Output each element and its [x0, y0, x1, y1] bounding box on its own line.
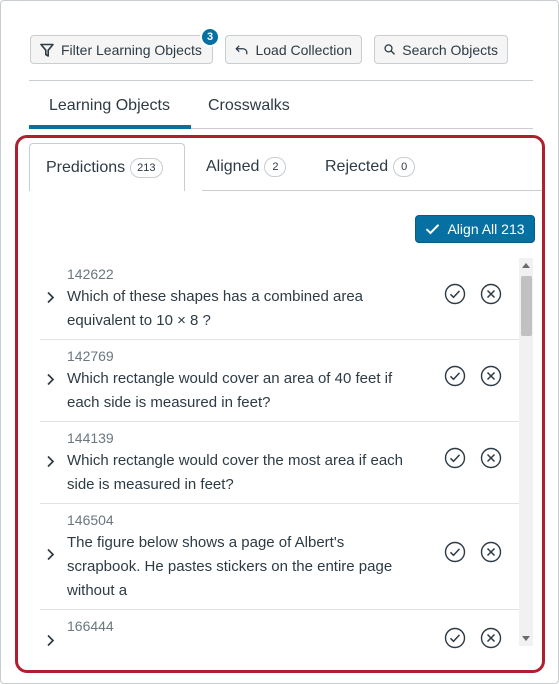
chevron-right-icon[interactable]	[46, 548, 55, 561]
chevron-right-icon[interactable]	[46, 291, 55, 304]
scroll-up-arrow-icon[interactable]	[522, 263, 530, 268]
checkmark-icon	[426, 224, 440, 235]
approve-check-icon[interactable]	[444, 283, 466, 305]
filter-button-label: Filter Learning Objects	[61, 41, 202, 58]
item-id: 166444	[67, 618, 114, 634]
predictions-list: 142622 Which of these shapes has a combi…	[40, 258, 522, 670]
item-question: Which rectangle would cover the most are…	[67, 449, 427, 497]
list-scrollbar[interactable]	[519, 258, 533, 646]
item-actions	[444, 541, 502, 563]
predictions-panel: Predictions 213 Aligned 2 Rejected 0 Ali…	[15, 135, 545, 673]
approve-check-icon[interactable]	[444, 447, 466, 469]
tab-rejected-label: Rejected	[325, 158, 389, 175]
list-item: 142622 Which of these shapes has a combi…	[40, 258, 522, 340]
item-id: 142622	[67, 266, 114, 282]
approve-check-icon[interactable]	[444, 365, 466, 387]
rejected-count: 0	[393, 157, 416, 177]
list-item: 146504 The figure below shows a page of …	[40, 504, 522, 610]
item-question: Which rectangle would cover an area of 4…	[67, 367, 427, 415]
tab-crosswalks[interactable]: Crosswalks	[208, 97, 290, 115]
approve-check-icon[interactable]	[444, 627, 466, 649]
filter-learning-objects-button[interactable]: Filter Learning Objects 3	[30, 27, 220, 64]
search-objects-label: Search Objects	[402, 41, 498, 58]
chevron-right-icon[interactable]	[46, 373, 55, 386]
filter-count-badge: 3	[200, 27, 220, 47]
aligned-count: 2	[264, 157, 287, 177]
item-id: 146504	[67, 512, 114, 528]
question-line: The figure below shows a page of Albert'…	[67, 534, 345, 551]
undo-arrow-icon	[235, 44, 248, 54]
list-item: 144139 Which rectangle would cover the m…	[40, 422, 522, 504]
question-line: Which rectangle would cover an area of 4…	[67, 370, 393, 387]
list-item: 166444	[40, 610, 522, 670]
reject-x-icon[interactable]	[480, 541, 502, 563]
item-actions	[444, 627, 502, 649]
align-all-button[interactable]: Align All 213	[415, 215, 535, 243]
item-id: 142769	[67, 348, 114, 364]
question-line: side is measured in feet?	[67, 476, 234, 493]
question-line: Which rectangle would cover the most are…	[67, 452, 403, 469]
align-all-label: Align All 213	[447, 221, 525, 237]
list-item: 142769 Which rectangle would cover an ar…	[40, 340, 522, 422]
load-collection-button[interactable]: Load Collection	[225, 35, 362, 64]
search-objects-button[interactable]: Search Objects	[374, 35, 508, 64]
approve-check-icon[interactable]	[444, 541, 466, 563]
tab-aligned-label: Aligned	[206, 158, 260, 175]
reject-x-icon[interactable]	[480, 627, 502, 649]
predictions-count: 213	[130, 157, 163, 178]
reject-x-icon[interactable]	[480, 365, 502, 387]
question-line: equivalent to 10 × 8 ?	[67, 312, 211, 329]
item-question: Which of these shapes has a combined are…	[67, 285, 427, 333]
item-actions	[444, 283, 502, 305]
tab-predictions-label: Predictions	[46, 158, 126, 176]
toolbar: Filter Learning Objects 3 Load Collectio…	[30, 27, 508, 64]
tab-aligned[interactable]: Aligned 2	[190, 143, 302, 191]
item-actions	[444, 447, 502, 469]
chevron-right-icon[interactable]	[46, 634, 55, 647]
question-line: scrapbook. He pastes stickers on the ent…	[67, 558, 393, 575]
reject-x-icon[interactable]	[480, 447, 502, 469]
filter-icon	[40, 43, 54, 57]
sub-tabs: Predictions 213 Aligned 2 Rejected 0	[18, 138, 542, 194]
scroll-down-arrow-icon[interactable]	[522, 636, 530, 641]
item-id: 144139	[67, 430, 114, 446]
tab-rejected[interactable]: Rejected 0	[309, 143, 431, 191]
tab-learning-objects[interactable]: Learning Objects	[29, 97, 191, 129]
item-actions	[444, 365, 502, 387]
question-line: without a	[67, 582, 128, 599]
question-line: each side is measured in feet?	[67, 394, 271, 411]
load-collection-label: Load Collection	[255, 41, 352, 58]
tab-predictions[interactable]: Predictions 213	[29, 143, 185, 191]
main-tabs: Learning Objects Crosswalks	[29, 80, 533, 129]
item-question: The figure below shows a page of Albert'…	[67, 531, 427, 603]
search-icon	[384, 44, 396, 55]
scrollbar-thumb[interactable]	[521, 276, 532, 336]
reject-x-icon[interactable]	[480, 283, 502, 305]
question-line: Which of these shapes has a combined are…	[67, 288, 364, 305]
chevron-right-icon[interactable]	[46, 455, 55, 468]
